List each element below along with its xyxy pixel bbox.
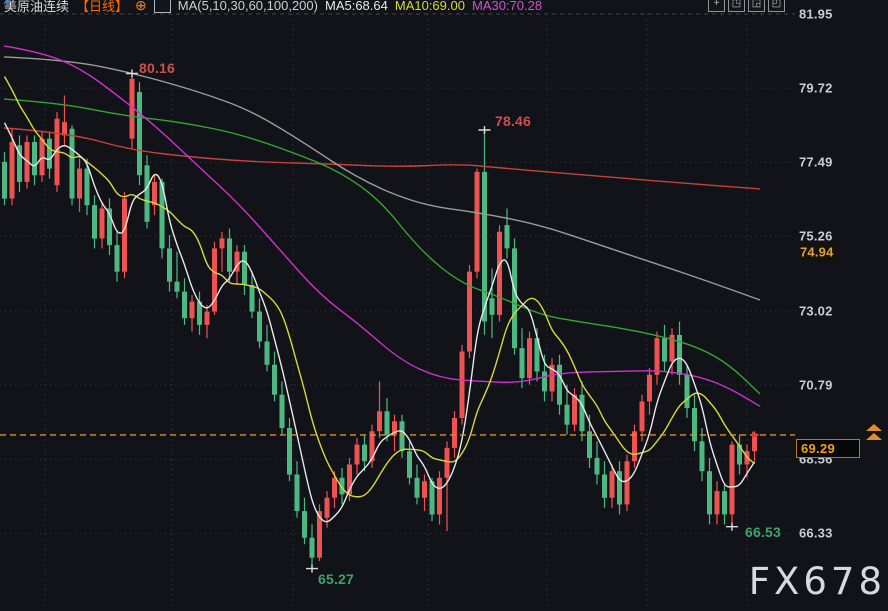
measure-icon[interactable]: ◲ bbox=[748, 0, 765, 12]
axis-price-label: 70.79 bbox=[799, 378, 833, 393]
globe-icon[interactable]: ⊕ bbox=[135, 0, 147, 12]
swing-price-label: 78.46 bbox=[495, 113, 531, 129]
ma30-value: MA30:70.28 bbox=[472, 0, 542, 13]
chart-header: 美原油连续 【日线】 ⊕ MA(5,10,30,60,100,200) MA5:… bbox=[4, 0, 542, 14]
mini-chart-icon[interactable] bbox=[154, 0, 171, 13]
swing-cross-marker bbox=[126, 70, 138, 78]
swing-cross-marker bbox=[726, 523, 738, 531]
swing-price-label: 65.27 bbox=[318, 571, 354, 587]
watermark-logo: FX678 bbox=[749, 560, 886, 603]
pan-icon[interactable]: + bbox=[708, 0, 725, 12]
swing-cross-marker bbox=[479, 126, 491, 134]
ma-settings-label[interactable]: MA(5,10,30,60,100,200) bbox=[178, 0, 318, 13]
chart-toolbar: +◳◲◰ bbox=[708, 0, 785, 12]
zoom-box-icon[interactable]: ◳ bbox=[728, 0, 745, 12]
chart-app: 美原油连续 【日线】 ⊕ MA(5,10,30,60,100,200) MA5:… bbox=[0, 0, 888, 611]
double-up-triangle-icon bbox=[866, 424, 882, 431]
axis-price-label: 75.26 bbox=[799, 229, 833, 244]
mini-chart-glyph bbox=[4, 0, 15, 5]
axis-price-label: 73.02 bbox=[799, 303, 833, 318]
ma5-value: MA5:68.64 bbox=[325, 0, 388, 13]
ma10-value: MA10:69.00 bbox=[395, 0, 465, 13]
swing-price-label: 66.53 bbox=[745, 524, 781, 540]
period-label[interactable]: 【日线】 bbox=[76, 0, 128, 15]
screenshot-icon[interactable]: ◰ bbox=[768, 0, 785, 12]
swing-price-label: 80.16 bbox=[139, 60, 175, 76]
axis-price-label: 81.95 bbox=[799, 7, 833, 22]
alert-price-label[interactable]: 69.29 bbox=[796, 439, 860, 458]
prev-settlement-label: 74.94 bbox=[799, 245, 837, 260]
axis-price-label: 79.72 bbox=[799, 81, 833, 96]
axis-price-label: 77.49 bbox=[799, 155, 833, 170]
axis-price-label: 66.33 bbox=[799, 526, 833, 541]
swing-cross-marker bbox=[306, 565, 318, 573]
candlestick-chart[interactable] bbox=[0, 0, 888, 611]
double-up-triangle-icon bbox=[866, 433, 882, 440]
